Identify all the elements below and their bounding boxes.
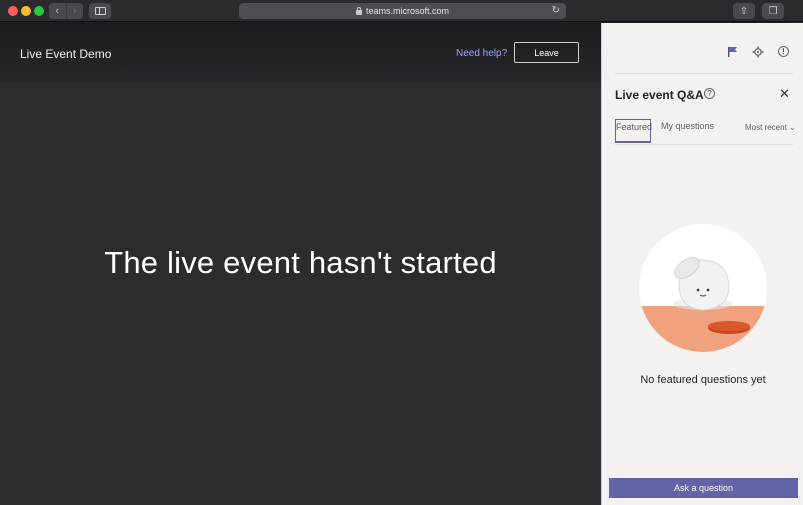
tab-underline [615,144,793,145]
empty-state-illustration [639,224,767,352]
url-text: teams.microsoft.com [365,6,450,16]
panel-toolbar: ! [602,23,803,73]
tab-my-questions[interactable]: My questions [661,121,714,131]
need-help-link[interactable]: Need help? [456,48,507,59]
share-icon[interactable]: ⇧ [733,3,755,19]
sort-dropdown[interactable]: Most recent ⌄ [745,123,796,132]
sort-label: Most recent [745,123,787,132]
close-window-button[interactable] [8,6,18,16]
ask-question-button[interactable]: Ask a question [609,478,798,498]
sidebar-icon[interactable] [89,3,111,19]
tabs-icon[interactable]: ❐ [762,3,784,19]
lock-icon [355,6,362,15]
empty-state-message: No featured questions yet [640,374,766,386]
video-stage: Live Event Demo Need help? Leave The liv… [0,23,601,505]
back-icon[interactable]: ‹ [49,3,66,19]
qa-title: Live event Q&A [615,88,704,102]
event-status-message: The live event hasn't started [104,245,497,280]
minimize-window-button[interactable] [21,6,31,16]
forward-icon[interactable]: › [65,3,84,19]
chevron-down-icon: ⌄ [789,123,796,132]
help-icon[interactable]: ? [704,88,715,99]
info-icon[interactable]: ! [777,45,790,58]
browser-toolbar: ‹ › teams.microsoft.com ↻ ⇧ ❐ [0,0,803,22]
panel-divider [615,73,793,74]
address-bar[interactable]: teams.microsoft.com ↻ [239,3,566,19]
history-nav: ‹ › [49,3,83,19]
gear-icon[interactable] [751,45,764,58]
event-title: Live Event Demo [20,47,112,61]
leave-button[interactable]: Leave [514,42,579,63]
flag-icon[interactable] [726,45,739,58]
qa-panel: ! Live event Q&A ? ✕ Featured My questio… [601,23,803,505]
zoom-window-button[interactable] [34,6,44,16]
tab-featured[interactable]: Featured [615,119,652,143]
reload-icon[interactable]: ↻ [552,5,560,16]
close-icon[interactable]: ✕ [779,86,790,102]
